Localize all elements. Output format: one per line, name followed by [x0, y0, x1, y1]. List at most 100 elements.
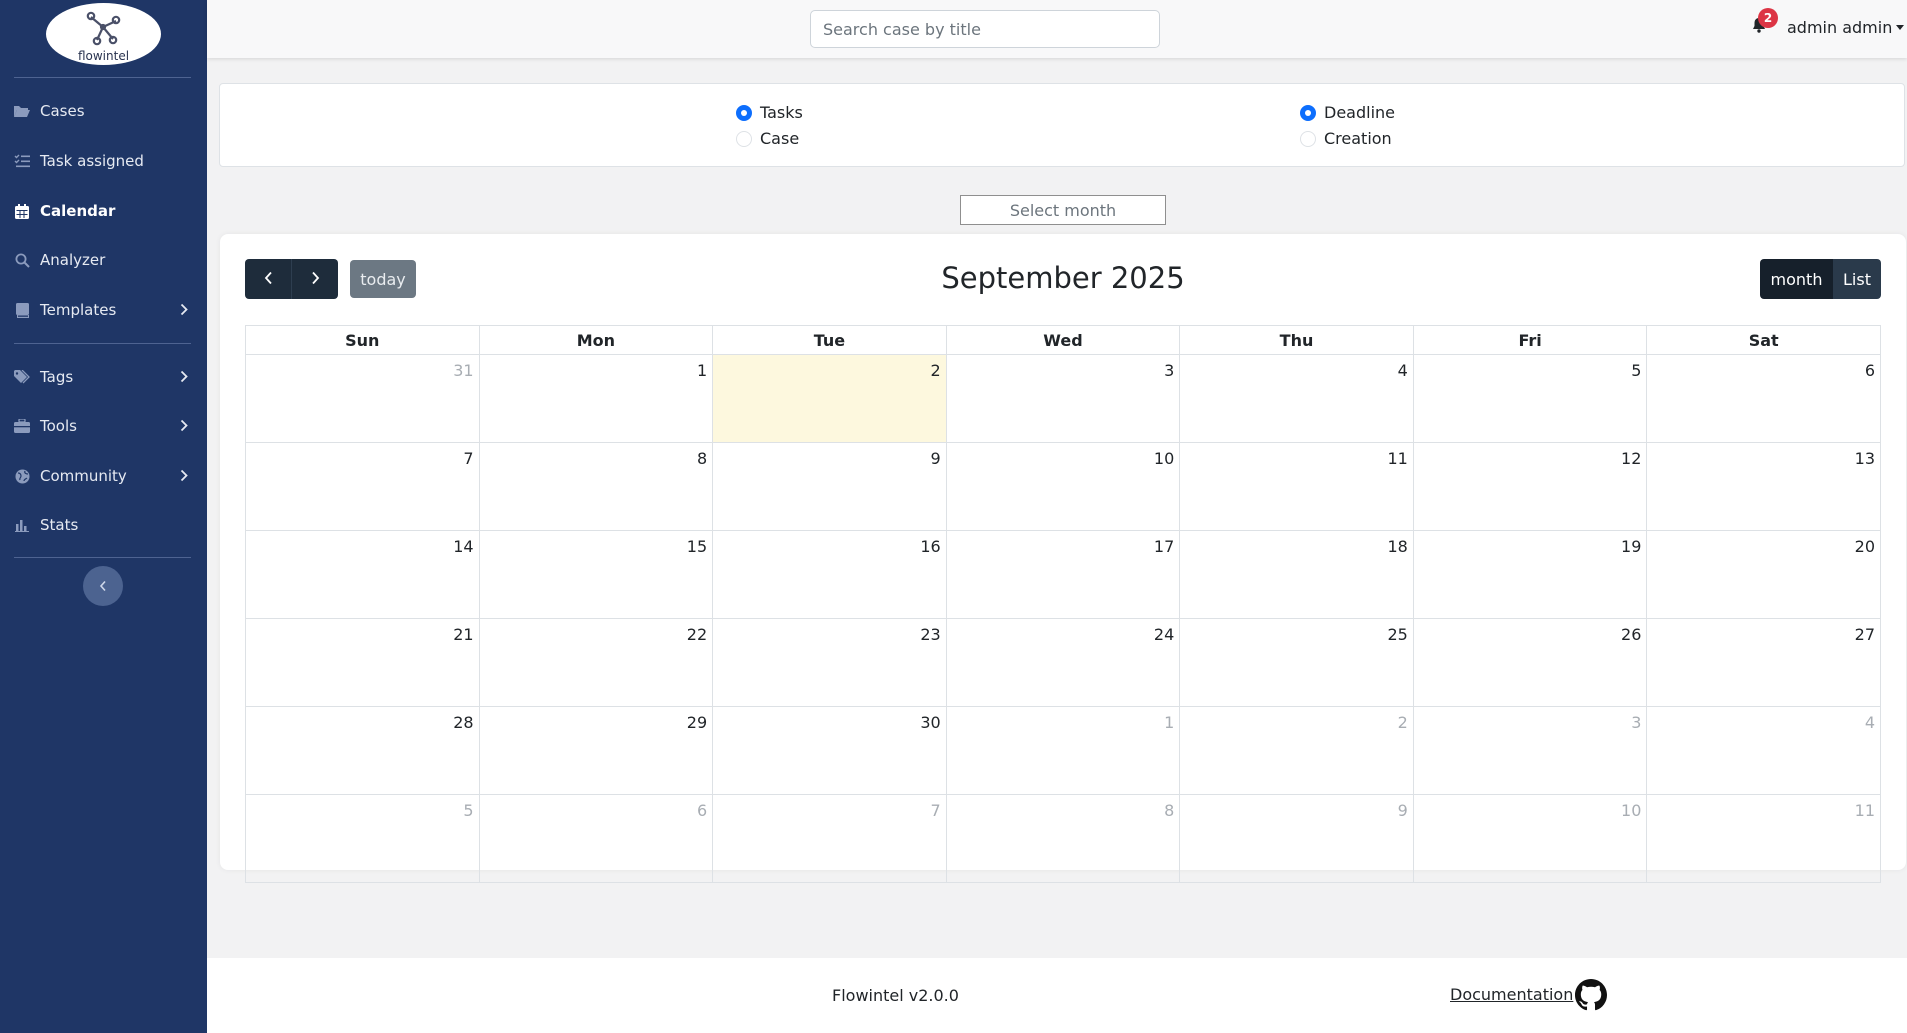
calendar-day-cell[interactable]: 10: [945, 442, 1181, 531]
sidebar-item-task-assigned[interactable]: Task assigned: [0, 141, 207, 181]
calendar-day-cell[interactable]: 1: [478, 354, 714, 443]
sidebar-divider: [14, 77, 191, 78]
radio-deadline[interactable]: Deadline: [1300, 103, 1395, 122]
calendar-day-cell[interactable]: 1: [945, 706, 1181, 795]
calendar-week-row: 28 29 30 1 2 3 4: [245, 706, 1881, 795]
calendar-grid: Sun Mon Tue Wed Thu Fri Sat 31 1 2 3 4 5…: [245, 325, 1881, 883]
sidebar-item-analyzer[interactable]: Analyzer: [0, 240, 207, 280]
logo-graph-icon: [86, 11, 121, 46]
search-icon: [13, 251, 31, 269]
calendar-day-cell[interactable]: 2: [1179, 706, 1414, 795]
search-input[interactable]: [810, 10, 1160, 48]
folder-open-icon: [13, 102, 31, 120]
radio-button[interactable]: [1300, 130, 1316, 147]
month-select-input[interactable]: [960, 195, 1166, 225]
radio-label: Deadline: [1324, 103, 1395, 122]
calendar-day-cell[interactable]: 3: [945, 354, 1181, 443]
chevron-left-icon: [264, 270, 273, 289]
sidebar-item-stats[interactable]: Stats: [0, 505, 207, 545]
sidebar-item-community[interactable]: Community: [0, 456, 207, 496]
view-toggle-group: month List: [1760, 259, 1881, 299]
chart-bar-icon: [13, 516, 31, 534]
calendar-day-cell[interactable]: 31: [245, 354, 480, 443]
calendar-day-cell[interactable]: 23: [712, 618, 947, 707]
calendar-day-cell[interactable]: 10: [1412, 794, 1648, 883]
calendar-day-cell[interactable]: 6: [478, 794, 714, 883]
weekday-header: Fri: [1412, 325, 1648, 355]
documentation-link[interactable]: Documentation: [1450, 985, 1573, 1004]
next-month-button[interactable]: [291, 259, 338, 299]
calendar-day-cell[interactable]: 4: [1646, 706, 1881, 795]
calendar-icon: [13, 202, 31, 220]
calendar-day-cell[interactable]: 4: [1179, 354, 1414, 443]
weekday-header: Sun: [245, 325, 480, 355]
calendar-day-cell[interactable]: 22: [478, 618, 714, 707]
calendar-day-cell[interactable]: 17: [945, 530, 1181, 619]
book-icon: [13, 301, 31, 319]
user-menu[interactable]: admin admin: [1787, 18, 1905, 37]
chevron-right-icon: [311, 270, 320, 289]
radio-tasks[interactable]: Tasks: [736, 103, 803, 122]
radio-case[interactable]: Case: [736, 129, 799, 148]
calendar-day-cell[interactable]: 11: [1646, 794, 1881, 883]
radio-button[interactable]: [736, 130, 752, 147]
calendar-day-cell[interactable]: 14: [245, 530, 480, 619]
calendar-day-cell[interactable]: 16: [712, 530, 947, 619]
sidebar-item-tags[interactable]: Tags: [0, 357, 207, 397]
calendar-day-cell[interactable]: 30: [712, 706, 947, 795]
calendar-day-cell[interactable]: 5: [245, 794, 480, 883]
sidebar-item-label: Calendar: [40, 202, 116, 220]
calendar-day-cell[interactable]: 9: [1179, 794, 1414, 883]
calendar-day-cell[interactable]: 12: [1412, 442, 1648, 531]
sidebar-item-cases[interactable]: Cases: [0, 91, 207, 131]
sidebar-item-calendar[interactable]: Calendar: [0, 191, 207, 231]
toolbox-icon: [13, 417, 31, 435]
github-icon[interactable]: [1575, 979, 1607, 1015]
calendar-day-cell[interactable]: 9: [712, 442, 947, 531]
user-name: admin admin: [1787, 18, 1893, 37]
month-view-button[interactable]: month: [1760, 259, 1833, 299]
sidebar-item-tools[interactable]: Tools: [0, 406, 207, 446]
calendar-day-cell[interactable]: 5: [1412, 354, 1648, 443]
sidebar-item-label: Cases: [40, 102, 85, 120]
calendar-day-cell[interactable]: 25: [1179, 618, 1414, 707]
radio-button-checked[interactable]: [1300, 104, 1316, 121]
radio-creation[interactable]: Creation: [1300, 129, 1392, 148]
radio-button-checked[interactable]: [736, 104, 752, 121]
calendar-day-cell[interactable]: 26: [1412, 618, 1648, 707]
prev-month-button[interactable]: [245, 259, 291, 299]
calendar-day-cell[interactable]: 7: [712, 794, 947, 883]
calendar-day-cell[interactable]: 6: [1646, 354, 1881, 443]
calendar-day-cell[interactable]: 21: [245, 618, 480, 707]
calendar-day-cell[interactable]: 13: [1646, 442, 1881, 531]
calendar-day-cell-today[interactable]: 2: [712, 354, 947, 443]
notification-badge: 2: [1758, 8, 1778, 28]
sidebar-collapse-button[interactable]: [83, 566, 123, 606]
radio-label: Tasks: [760, 103, 803, 122]
sidebar: flowintel Cases Task assigned Calendar A…: [0, 0, 207, 1033]
calendar-day-cell[interactable]: 15: [478, 530, 714, 619]
weekday-header: Sat: [1646, 325, 1881, 355]
calendar-day-cell[interactable]: 18: [1179, 530, 1414, 619]
sidebar-item-templates[interactable]: Templates: [0, 290, 207, 330]
logo-text: flowintel: [77, 49, 130, 63]
list-view-button[interactable]: List: [1833, 259, 1881, 299]
calendar-day-cell[interactable]: 24: [945, 618, 1181, 707]
calendar-day-cell[interactable]: 28: [245, 706, 480, 795]
calendar-card: today September 2025 month List Sun Mon …: [220, 234, 1906, 883]
calendar-day-cell[interactable]: 11: [1179, 442, 1414, 531]
calendar-day-cell[interactable]: 8: [478, 442, 714, 531]
calendar-day-cell[interactable]: 20: [1646, 530, 1881, 619]
calendar-day-cell[interactable]: 7: [245, 442, 480, 531]
calendar-day-cell[interactable]: 19: [1412, 530, 1648, 619]
calendar-day-cell[interactable]: 29: [478, 706, 714, 795]
calendar-day-cell[interactable]: 8: [945, 794, 1181, 883]
prev-next-group: [245, 259, 338, 299]
today-button[interactable]: today: [350, 260, 416, 298]
chevron-right-icon: [180, 301, 188, 320]
sidebar-item-label: Tools: [40, 417, 77, 435]
calendar-day-cell[interactable]: 3: [1412, 706, 1648, 795]
calendar-day-cell[interactable]: 27: [1646, 618, 1881, 707]
flowintel-logo[interactable]: flowintel: [46, 3, 161, 65]
footer: Flowintel v2.0.0 Documentation: [207, 958, 1907, 1033]
